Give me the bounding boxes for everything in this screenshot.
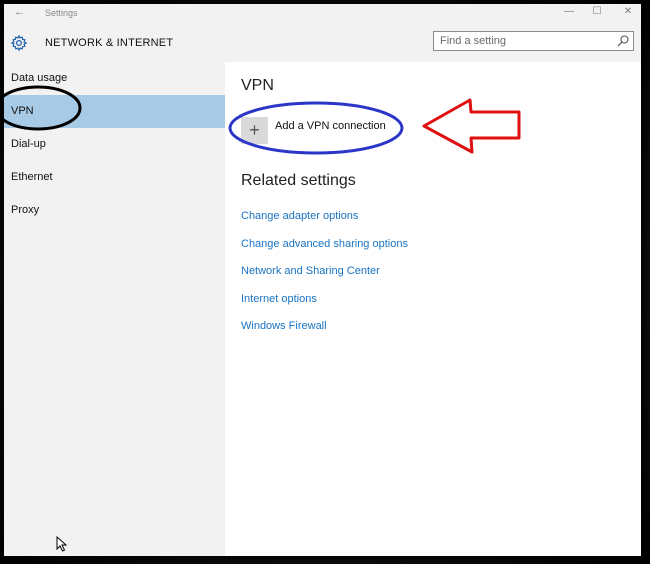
link-change-advanced-sharing-options[interactable]: Change advanced sharing options bbox=[241, 238, 408, 250]
link-internet-options[interactable]: Internet options bbox=[241, 293, 317, 305]
search-input[interactable] bbox=[440, 34, 610, 48]
add-vpn-label[interactable]: Add a VPN connection bbox=[275, 120, 386, 132]
page-title: NETWORK & INTERNET bbox=[45, 37, 174, 49]
section-title-vpn: VPN bbox=[241, 77, 274, 94]
main-content: VPN + Add a VPN connection Related setti… bbox=[225, 62, 641, 556]
link-network-and-sharing-center[interactable]: Network and Sharing Center bbox=[241, 265, 380, 277]
sidebar-item-vpn[interactable]: VPN bbox=[4, 95, 225, 128]
section-title-related-settings: Related settings bbox=[241, 172, 356, 189]
link-windows-firewall[interactable]: Windows Firewall bbox=[241, 320, 327, 332]
settings-window: ← Settings — ☐ ✕ NETWORK & INTERNET Data… bbox=[4, 4, 641, 556]
page-header: NETWORK & INTERNET bbox=[4, 24, 641, 62]
sidebar-item-ethernet[interactable]: Ethernet bbox=[4, 161, 225, 194]
minimize-button[interactable]: — bbox=[559, 6, 579, 17]
link-change-adapter-options[interactable]: Change adapter options bbox=[241, 210, 358, 222]
sidebar: Data usage VPN Dial-up Ethernet Proxy bbox=[4, 62, 225, 556]
plus-icon[interactable]: + bbox=[241, 117, 268, 144]
mouse-cursor-icon bbox=[56, 536, 68, 552]
title-bar: ← Settings — ☐ ✕ bbox=[4, 4, 641, 24]
search-box[interactable] bbox=[433, 31, 634, 51]
sidebar-item-dial-up[interactable]: Dial-up bbox=[4, 128, 225, 161]
maximize-button[interactable]: ☐ bbox=[587, 6, 607, 17]
sidebar-item-data-usage[interactable]: Data usage bbox=[4, 62, 225, 95]
close-button[interactable]: ✕ bbox=[618, 6, 638, 17]
sidebar-item-proxy[interactable]: Proxy bbox=[4, 194, 225, 227]
search-icon[interactable] bbox=[616, 34, 630, 48]
add-vpn-connection-button[interactable]: + Add a VPN connection bbox=[241, 115, 401, 145]
back-arrow-icon[interactable]: ← bbox=[14, 6, 25, 18]
gear-icon bbox=[10, 34, 28, 52]
window-title: Settings bbox=[45, 8, 78, 18]
